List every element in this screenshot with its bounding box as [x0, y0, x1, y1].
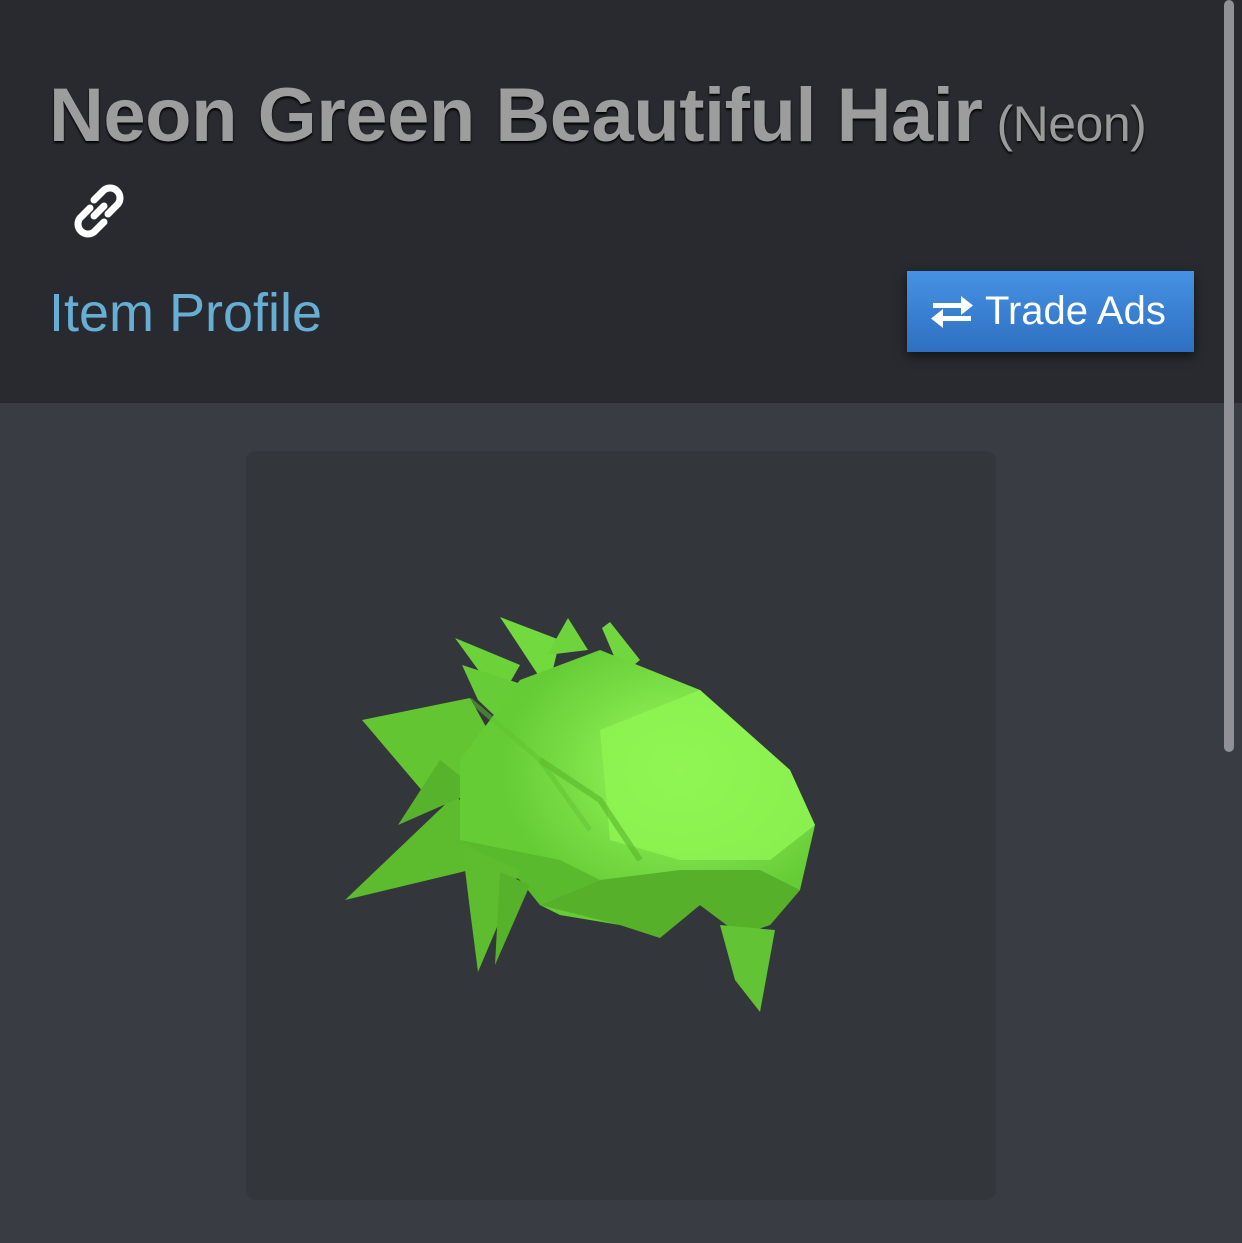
item-page: Neon Green Beautiful Hair (Neon) Item Pro… — [0, 0, 1242, 1243]
swap-arrows-icon — [931, 295, 973, 328]
link-icon[interactable] — [64, 176, 134, 246]
item-title: Neon Green Beautiful Hair — [49, 73, 983, 158]
title-line: Neon Green Beautiful Hair (Neon) — [49, 72, 1147, 159]
item-image — [345, 617, 815, 1012]
item-header: Neon Green Beautiful Hair (Neon) Item Pro… — [0, 0, 1242, 403]
item-variant: (Neon) — [996, 96, 1147, 152]
trade-ads-label: Trade Ads — [985, 289, 1166, 333]
trade-ads-button[interactable]: Trade Ads — [907, 271, 1194, 352]
item-image-panel — [246, 451, 996, 1200]
scrollbar[interactable] — [1224, 0, 1234, 752]
item-profile-link[interactable]: Item Profile — [49, 282, 322, 344]
